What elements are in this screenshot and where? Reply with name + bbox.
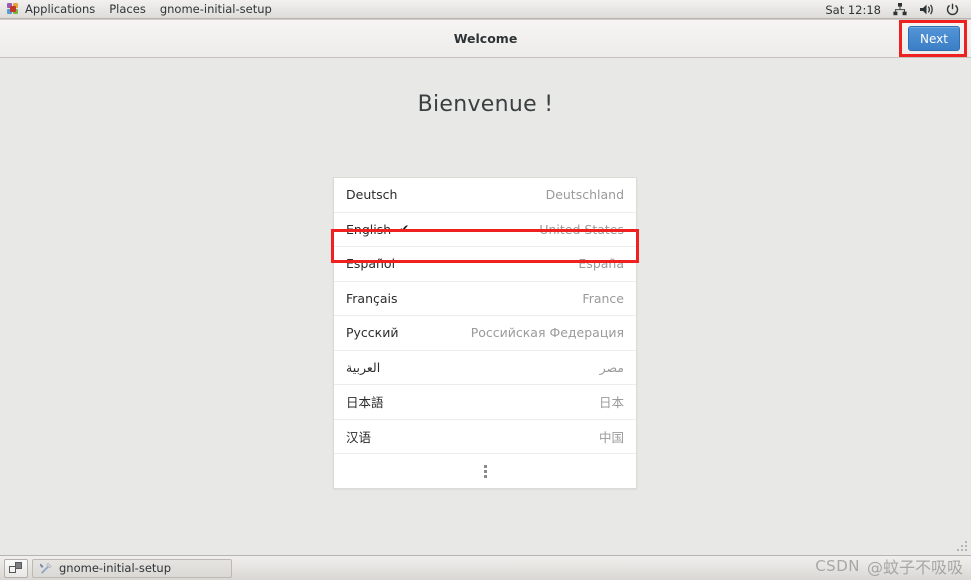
- window-menu-label: gnome-initial-setup: [159, 2, 272, 16]
- language-row-arabic[interactable]: العربية مصر: [334, 351, 636, 385]
- language-country: مصر: [599, 359, 624, 375]
- tools-icon: [39, 562, 52, 574]
- language-name-group: English ✔: [346, 222, 409, 237]
- window-title: Welcome: [453, 31, 518, 46]
- applications-menu[interactable]: Applications: [0, 0, 102, 19]
- language-row-english[interactable]: English ✔ United States: [334, 213, 636, 247]
- taskbar-window-button[interactable]: gnome-initial-setup: [32, 558, 232, 578]
- window-resize-grip[interactable]: [955, 539, 969, 553]
- language-country: France: [582, 290, 624, 306]
- selected-check-icon: ✔: [399, 222, 410, 237]
- workspace-switcher-button[interactable]: [4, 558, 28, 578]
- language-name: Français: [346, 290, 398, 306]
- top-panel: Applications Places gnome-initial-setup …: [0, 0, 971, 19]
- language-name: العربية: [346, 359, 381, 375]
- more-options-icon: [483, 464, 487, 478]
- next-button-label: Next: [920, 31, 948, 46]
- language-name: 日本語: [346, 395, 384, 411]
- clock[interactable]: Sat 12:18: [819, 0, 887, 19]
- places-menu-label: Places: [109, 2, 146, 16]
- taskbar: gnome-initial-setup: [0, 555, 971, 580]
- taskbar-window-label: gnome-initial-setup: [59, 561, 171, 575]
- language-name: Русский: [346, 325, 399, 341]
- page-title: Bienvenue !: [417, 92, 554, 117]
- language-country: España: [578, 256, 624, 272]
- volume-icon: [920, 4, 933, 15]
- language-row-russian[interactable]: Русский Российская Федерация: [334, 316, 636, 351]
- window-menu[interactable]: gnome-initial-setup: [153, 0, 279, 19]
- workspace-switcher-icon: [9, 562, 23, 574]
- places-menu[interactable]: Places: [102, 0, 153, 19]
- language-name: 汉语: [346, 429, 372, 445]
- power-icon: [946, 3, 959, 16]
- volume-indicator[interactable]: [913, 0, 940, 19]
- language-country: 日本: [598, 395, 624, 411]
- next-button[interactable]: Next: [908, 26, 960, 51]
- language-country: 中国: [598, 429, 624, 445]
- language-row-deutsch[interactable]: Deutsch Deutschland: [334, 178, 636, 213]
- language-row-francais[interactable]: Français France: [334, 282, 636, 316]
- gnome-initial-setup-window: Welcome Next Bienvenue ! Deutsch Deutsch…: [0, 19, 971, 554]
- welcome-content: Bienvenue ! Deutsch Deutschland English …: [0, 58, 971, 554]
- language-list: Deutsch Deutschland English ✔ United Sta…: [333, 177, 637, 489]
- window-titlebar: Welcome Next: [0, 20, 971, 58]
- network-icon: [893, 3, 907, 16]
- language-row-chinese[interactable]: 汉语 中国: [334, 420, 636, 454]
- show-more-languages-row[interactable]: [334, 454, 636, 488]
- language-row-espanol[interactable]: Español España: [334, 247, 636, 282]
- network-indicator[interactable]: [887, 0, 913, 19]
- power-menu[interactable]: [940, 0, 965, 19]
- language-name: Español: [346, 256, 396, 272]
- language-country: Российская Федерация: [470, 325, 624, 341]
- screen-root: Applications Places gnome-initial-setup …: [0, 0, 971, 580]
- language-name: Deutsch: [346, 187, 398, 203]
- clock-label: Sat 12:18: [825, 2, 881, 17]
- language-country: United States: [539, 221, 624, 237]
- language-row-japanese[interactable]: 日本語 日本: [334, 385, 636, 420]
- applications-menu-label: Applications: [25, 2, 96, 16]
- applications-pinwheel-icon: [7, 2, 20, 16]
- language-country: Deutschland: [545, 187, 624, 203]
- language-name: English: [346, 221, 392, 237]
- panel-status-area: Sat 12:18: [819, 0, 971, 19]
